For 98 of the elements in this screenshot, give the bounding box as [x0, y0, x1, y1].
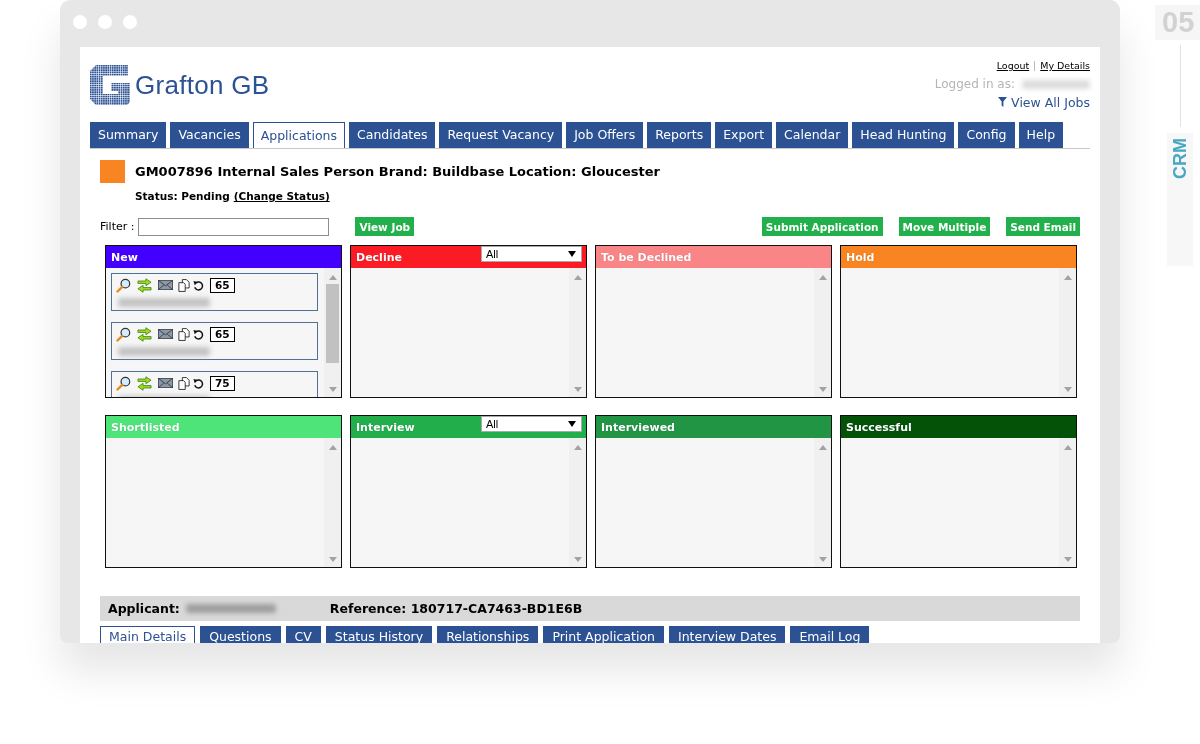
stage-title: Shortlisted [111, 420, 180, 434]
nav-tab[interactable]: Calendar [776, 122, 849, 148]
scroll-down-icon[interactable] [1063, 557, 1072, 562]
swap-arrows-icon[interactable] [137, 277, 152, 293]
detail-tab[interactable]: CV [285, 626, 321, 643]
window-dot-icon [123, 15, 137, 29]
stage-title: Interviewed [601, 420, 675, 434]
scrollbar[interactable] [569, 438, 586, 567]
swap-arrows-icon[interactable] [137, 375, 152, 391]
funnel-icon [998, 97, 1008, 107]
scroll-down-icon[interactable] [328, 557, 337, 562]
envelope-icon[interactable] [158, 280, 173, 290]
scroll-up-icon[interactable] [573, 445, 582, 450]
header-link[interactable]: Logout [996, 60, 1030, 72]
nav-tab[interactable]: Export [715, 122, 773, 148]
scroll-up-icon[interactable] [818, 445, 827, 450]
logged-in-label: Logged in as: [934, 77, 1015, 91]
status-text: Status: Pending [135, 189, 230, 203]
candidate-card[interactable]: 65 [111, 273, 318, 311]
nav-tab[interactable]: Help [1018, 122, 1064, 148]
detail-tab[interactable]: Print Application [543, 626, 664, 643]
match-score: 75 [210, 375, 235, 391]
filter-label: Filter : [100, 220, 135, 233]
candidate-card[interactable]: 65 [111, 322, 318, 360]
detail-tab[interactable]: Relationships [437, 626, 539, 643]
job-title: GM007896 Internal Sales Person Brand: Buildbase Location: Gloucester [135, 164, 661, 179]
match-score: 65 [210, 326, 235, 342]
stage-dropdown[interactable]: All [481, 416, 582, 432]
nav-tab[interactable]: Candidates [349, 122, 436, 148]
view-all-jobs-link[interactable]: View All Jobs [998, 93, 1090, 111]
scroll-down-icon[interactable] [818, 557, 827, 562]
detail-tab[interactable]: Questions [200, 626, 281, 643]
scrollbar[interactable] [1059, 438, 1076, 567]
redacted-name [1022, 79, 1090, 89]
scroll-up-icon[interactable] [818, 275, 827, 280]
nav-tab[interactable]: Vacancies [170, 122, 249, 148]
stage-title: To be Declined [601, 250, 692, 264]
nav-tab[interactable]: Config [958, 122, 1015, 148]
copy-icon[interactable] [178, 327, 190, 341]
nav-tab[interactable]: Head Hunting [852, 122, 955, 148]
swap-arrows-icon[interactable] [137, 326, 152, 342]
detail-tab[interactable]: Interview Dates [668, 626, 786, 643]
nav-tab[interactable]: Job Offers [566, 122, 644, 148]
scroll-up-icon[interactable] [1063, 275, 1072, 280]
window-dot-icon [73, 15, 87, 29]
reference-text: Reference: 180717-CA7463-BD1E6B [329, 601, 583, 616]
stage-dropdown[interactable]: All [481, 246, 582, 262]
scroll-up-icon[interactable] [328, 445, 337, 450]
header-link[interactable]: My Details [1040, 60, 1090, 72]
scrollbar[interactable] [324, 268, 341, 397]
logo-icon [90, 65, 130, 105]
filter-input[interactable] [138, 217, 330, 236]
copy-icon[interactable] [178, 278, 190, 292]
stage-title: New [111, 250, 138, 264]
undo-icon[interactable] [193, 377, 204, 389]
scroll-up-icon[interactable] [1063, 445, 1072, 450]
job-status-marker [100, 160, 125, 183]
search-icon[interactable] [116, 326, 131, 342]
nav-tab[interactable]: Reports [647, 122, 712, 148]
caret-icon [568, 421, 576, 427]
undo-icon[interactable] [193, 279, 204, 291]
scroll-down-icon[interactable] [818, 387, 827, 392]
scrollbar[interactable] [324, 438, 341, 567]
scroll-up-icon[interactable] [328, 275, 337, 280]
detail-tab[interactable]: Email Log [790, 626, 870, 643]
change-status-link[interactable]: (Change Status) [233, 189, 330, 203]
scrollbar[interactable] [814, 438, 831, 567]
search-icon[interactable] [116, 277, 131, 293]
search-icon[interactable] [116, 375, 131, 391]
scroll-down-icon[interactable] [328, 387, 337, 392]
detail-tab[interactable]: Status History [325, 626, 433, 643]
nav-tab[interactable]: Summary [90, 122, 167, 148]
match-score: 65 [210, 277, 235, 293]
scroll-down-icon[interactable] [573, 557, 582, 562]
stage-title: Interview [356, 420, 415, 434]
envelope-icon[interactable] [158, 329, 173, 339]
scroll-up-icon[interactable] [573, 275, 582, 280]
candidate-card[interactable]: 75 [111, 371, 318, 397]
stage-title: Decline [356, 250, 402, 264]
stage-title: Successful [846, 420, 912, 434]
scroll-down-icon[interactable] [573, 387, 582, 392]
copy-icon[interactable] [178, 376, 190, 390]
undo-icon[interactable] [193, 328, 204, 340]
scrollbar[interactable] [814, 268, 831, 397]
scrollbar[interactable] [569, 268, 586, 397]
caret-icon [568, 251, 576, 257]
applicant-label: Applicant: [108, 601, 180, 616]
scroll-down-icon[interactable] [1063, 387, 1072, 392]
detail-tab[interactable]: Main Details [100, 626, 196, 643]
section-label: CRM [1170, 138, 1190, 179]
scrollbar[interactable] [1059, 268, 1076, 397]
envelope-icon[interactable] [158, 378, 173, 388]
brand-name: Grafton GB [135, 69, 270, 101]
scrollbar-thumb[interactable] [326, 284, 339, 363]
nav-tab[interactable]: Applications [252, 122, 346, 148]
window-dot-icon [98, 15, 112, 29]
nav-tab[interactable]: Request Vacancy [439, 122, 563, 148]
stage-title: Hold [846, 250, 875, 264]
